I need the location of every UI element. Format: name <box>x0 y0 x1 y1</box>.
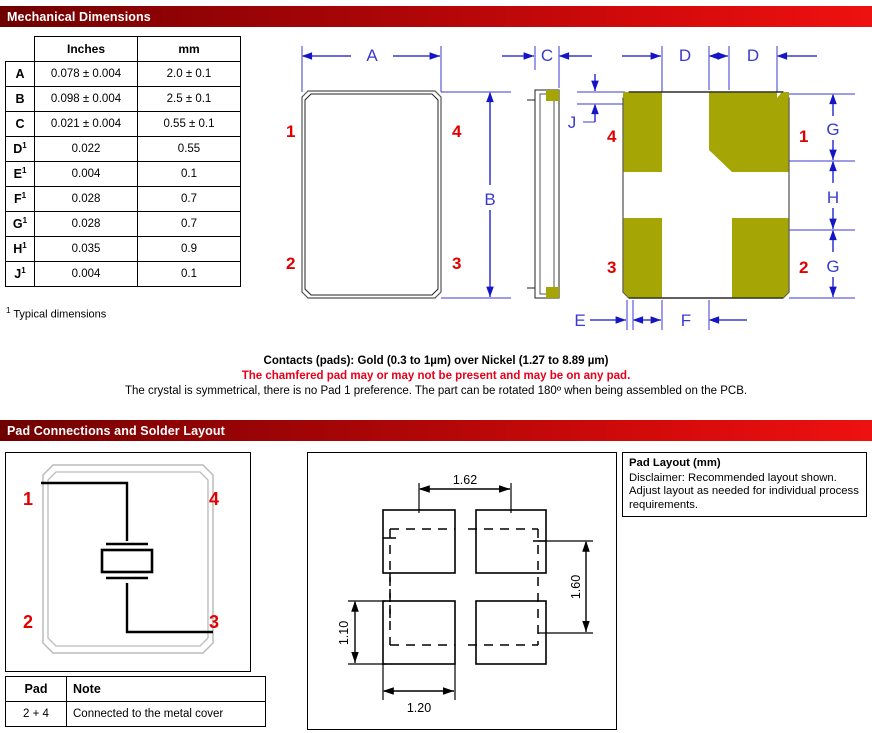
cell-mm: 0.7 <box>137 211 241 237</box>
dim-label-a: A <box>366 46 378 65</box>
top-view-pad-3: 3 <box>452 254 461 273</box>
row-label: D1 <box>5 136 35 162</box>
table-row: E1 0.004 0.1 <box>5 161 241 187</box>
schematic-pad-2: 2 <box>23 612 33 632</box>
dim-label-b: B <box>484 190 495 209</box>
dim-label-f: F <box>681 311 691 330</box>
solder-layout-drawing: 1.62 1.60 1.10 1.20 <box>307 452 617 730</box>
top-view-pad-1: 1 <box>286 122 295 141</box>
bottom-view-pad-4: 4 <box>607 127 617 146</box>
cell-mm: 2.5 ± 0.1 <box>137 86 241 112</box>
table-footnote: 1 Typical dimensions <box>6 306 106 321</box>
cell-mm: 0.55 ± 0.1 <box>137 111 241 137</box>
dim-label-h: H <box>827 188 839 207</box>
table-row: G1 0.028 0.7 <box>5 211 241 237</box>
note-contacts: Contacts (pads): Gold (0.3 to 1µm) over … <box>263 355 609 367</box>
schematic-pad-4: 4 <box>209 489 219 509</box>
row-label: C <box>5 111 35 137</box>
row-label: J1 <box>5 261 35 287</box>
cell-inches: 0.078 ± 0.004 <box>34 61 138 87</box>
table-row: B 0.098 ± 0.004 2.5 ± 0.1 <box>5 86 241 112</box>
cell-inches: 0.028 <box>34 211 138 237</box>
cell-inches: 0.098 ± 0.004 <box>34 86 138 112</box>
dim-label-g2: G <box>826 257 839 276</box>
table-row: H1 0.035 0.9 <box>5 236 241 262</box>
cell-inches: 0.035 <box>34 236 138 262</box>
solder-dim-top: 1.62 <box>453 473 477 487</box>
cell-mm: 0.1 <box>137 161 241 187</box>
dim-label-j: J <box>568 113 577 132</box>
table-row: A 0.078 ± 0.004 2.0 ± 0.1 <box>5 61 241 87</box>
row-label: A <box>5 61 35 87</box>
pad-layout-note-body: Disclaimer: Recommended layout shown. Ad… <box>629 471 859 511</box>
section-header-pad-connections: Pad Connections and Solder Layout <box>0 420 872 441</box>
dim-label-e: E <box>574 311 585 330</box>
dimensions-rows: A 0.078 ± 0.004 2.0 ± 0.1 B 0.098 ± 0.00… <box>5 61 241 287</box>
note-chamfered-warning: The chamfered pad may or may not be pres… <box>241 370 631 382</box>
cell-note: Connected to the metal cover <box>66 701 266 727</box>
pad-note-table: Pad Note 2 + 4 Connected to the metal co… <box>5 676 266 727</box>
dim-label-g1: G <box>826 120 839 139</box>
schematic-pad-1: 1 <box>23 489 33 509</box>
table-header-row: Inches mm <box>5 36 241 62</box>
bottom-view-drawing: D D J G H G 4 1 3 2 E F <box>568 46 855 330</box>
cell-mm: 0.55 <box>137 136 241 162</box>
pad-layout-note-title: Pad Layout (mm) <box>629 457 721 469</box>
section-header-mechanical: Mechanical Dimensions <box>0 6 872 27</box>
cell-inches: 0.021 ± 0.004 <box>34 111 138 137</box>
cell-mm: 2.0 ± 0.1 <box>137 61 241 87</box>
cell-pad: 2 + 4 <box>5 701 67 727</box>
pad-connection-schematic: 1 4 2 3 <box>5 452 251 672</box>
schematic-pad-3: 3 <box>209 612 219 632</box>
col-head-note: Note <box>66 676 266 702</box>
bottom-view-pad-2: 2 <box>799 258 808 277</box>
package-drawings: A B 1 4 2 3 C D D J G H G 4 1 3 2 E F <box>286 46 855 330</box>
table-row: 2 + 4 Connected to the metal cover <box>5 701 266 727</box>
col-head-pad: Pad <box>5 676 67 702</box>
solder-dim-bottom: 1.20 <box>407 701 431 715</box>
dim-label-d2: D <box>747 46 759 65</box>
bottom-view-pad-1: 1 <box>799 127 808 146</box>
row-label: F1 <box>5 186 35 212</box>
cell-mm: 0.9 <box>137 236 241 262</box>
footnote-marker: 1 <box>6 306 11 315</box>
side-view-drawing: C <box>502 46 592 299</box>
row-label: H1 <box>5 236 35 262</box>
table-row: D1 0.022 0.55 <box>5 136 241 162</box>
bottom-view-pad-3: 3 <box>607 258 616 277</box>
section-header-mechanical-label: Mechanical Dimensions <box>7 9 151 24</box>
dim-label-d1: D <box>679 46 691 65</box>
mechanical-dimensions-table: Inches mm A 0.078 ± 0.004 2.0 ± 0.1 B 0.… <box>5 36 241 287</box>
note-symmetry: The crystal is symmetrical, there is no … <box>124 385 748 397</box>
cell-mm: 0.1 <box>137 261 241 287</box>
cell-inches: 0.004 <box>34 161 138 187</box>
table-row: J1 0.004 0.1 <box>5 261 241 287</box>
dim-label-c: C <box>541 46 553 65</box>
solder-dim-right: 1.60 <box>569 575 583 599</box>
table-row: F1 0.028 0.7 <box>5 186 241 212</box>
cell-inches: 0.022 <box>34 136 138 162</box>
solder-dim-left: 1.10 <box>337 621 351 645</box>
top-view-drawing: A B 1 4 2 3 <box>286 46 511 299</box>
section-header-pad-connections-label: Pad Connections and Solder Layout <box>7 423 225 438</box>
table-row: C 0.021 ± 0.004 0.55 ± 0.1 <box>5 111 241 137</box>
row-label: B <box>5 86 35 112</box>
row-label: E1 <box>5 161 35 187</box>
col-head-blank <box>5 36 35 62</box>
col-head-inches: Inches <box>34 36 138 62</box>
top-view-pad-2: 2 <box>286 254 295 273</box>
contacts-notes: Contacts (pads): Gold (0.3 to 1µm) over … <box>0 354 872 399</box>
row-label: G1 <box>5 211 35 237</box>
cell-mm: 0.7 <box>137 186 241 212</box>
cell-inches: 0.028 <box>34 186 138 212</box>
col-head-mm: mm <box>137 36 241 62</box>
footnote-text: Typical dimensions <box>13 308 107 321</box>
pad-layout-note-box: Pad Layout (mm) Disclaimer: Recommended … <box>622 452 867 517</box>
pad-note-header-row: Pad Note <box>5 676 266 702</box>
top-view-pad-4: 4 <box>452 122 462 141</box>
cell-inches: 0.004 <box>34 261 138 287</box>
